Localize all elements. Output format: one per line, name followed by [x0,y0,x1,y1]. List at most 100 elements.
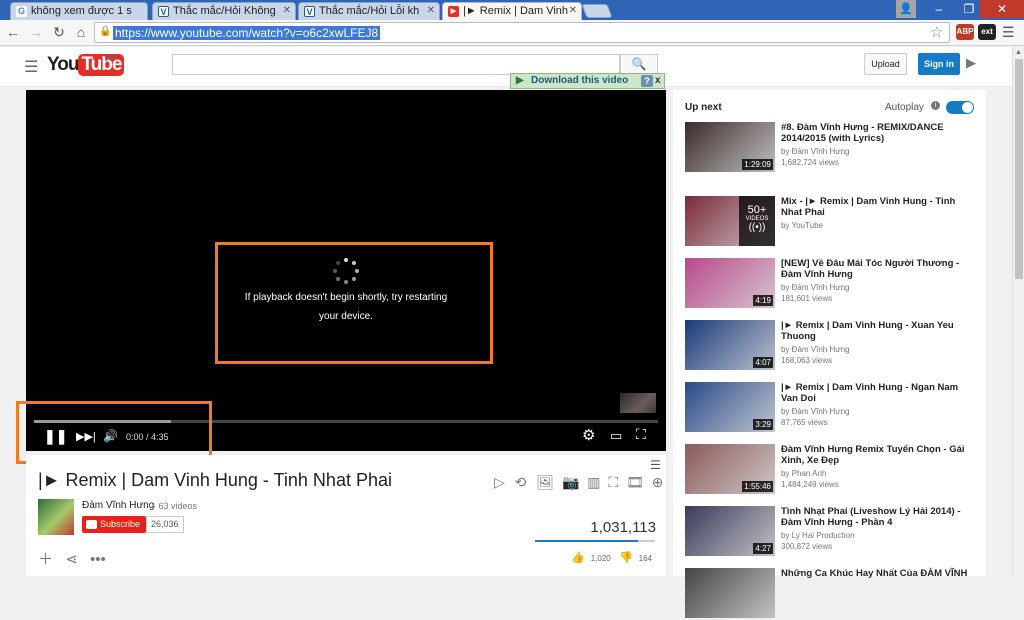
video-title: |► Remix | Dam Vinh Hung - Tinh Nhat Pha… [38,470,392,490]
forward-arrow-icon[interactable]: → [27,23,45,41]
help-icon[interactable]: ? [641,75,653,87]
adblock-icon[interactable]: ABP [956,24,974,40]
browser-tab[interactable]: V Thắc mắc/Hỏi Không ✕ [152,2,296,20]
up-next-title[interactable]: Tình Nhạt Phai (Liveshow Lý Hải 2014) - … [781,506,977,528]
video-thumbnail[interactable]: 4:19 [685,258,775,308]
up-next-item[interactable]: 3:29 |► Remix | Dam Vinh Hung - Ngan Nam … [685,382,977,434]
back-arrow-icon[interactable]: ← [4,23,22,41]
minimize-icon[interactable]: – [924,0,954,18]
scrollbar-thumb[interactable] [1015,59,1023,279]
video-thumbnail[interactable]: 1:29:09 [685,122,775,172]
up-next-views: 181,601 views [781,294,833,303]
download-label[interactable]: Download this video [531,75,628,86]
browser-tab-active[interactable]: ▶ |► Remix | Dam Vinh ✕ [442,2,582,20]
target-icon[interactable]: ⊕ [652,474,664,490]
up-next-item[interactable]: 4:19 [NEW] Về Đâu Mái Tóc Người Thương - … [685,258,977,310]
google-icon: G [16,6,27,17]
download-play-icon: ▶ [516,75,524,86]
info-icon[interactable]: i [931,101,940,110]
video-thumbnail[interactable]: 1:55:46 [685,444,775,494]
up-next-title[interactable]: Mix - |► Remix | Dam Vinh Hung - Tinh Nh… [781,196,977,218]
up-next-title[interactable]: Đàm Vĩnh Hưng Remix Tuyển Chọn - Gái Xin… [781,444,977,466]
browser-tab[interactable]: V Thắc mắc/Hỏi Lỗi kh ✕ [298,2,440,20]
browser-tab[interactable]: G không xem được 1 s [10,2,148,20]
youtube-icon: ▶ [448,6,459,17]
video-thumbnail[interactable]: 4:07 [685,320,775,370]
video-thumbnail[interactable]: 3:29 [685,382,775,432]
dislike-icon[interactable]: 👎 [619,551,633,564]
more-icon[interactable]: ••• [90,551,106,568]
like-count: 1,020 [590,554,611,563]
search-input[interactable] [172,54,620,75]
duration-badge: 3:29 [753,419,773,430]
play-icon[interactable]: ▷ [494,474,505,490]
page-scrollbar[interactable]: ▲ [1012,47,1024,576]
sign-in-button[interactable]: Sign in [918,53,960,75]
camera-icon[interactable]: 📷 [562,474,579,490]
add-to-icon[interactable]: ＋ [38,551,53,568]
home-icon[interactable]: ⌂ [72,23,90,41]
up-next-item[interactable]: 1:29:09 #8. Đàm Vĩnh Hưng - REMIX/DANCE 2… [685,122,977,174]
scroll-up-icon[interactable]: ▲ [1015,49,1022,56]
upload-button[interactable]: Upload [864,53,907,75]
tab-close-icon[interactable]: ✕ [569,5,577,16]
up-next-title[interactable]: |► Remix | Dam Vinh Hung - Ngan Nam Van … [781,382,977,404]
tab-close-icon[interactable]: ✕ [283,5,291,16]
download-bar[interactable]: ▶ Download this video ? x [510,73,665,89]
share-arrow-icon[interactable]: ▶ [966,55,976,71]
more-menu-icon[interactable]: ☰ [650,458,661,472]
share-icon[interactable]: ⋖ [65,551,78,568]
tab-title: |► Remix | Dam Vinh [463,5,569,17]
url-text[interactable]: https://www.youtube.com/watch?v=o6c2xwLF… [113,26,381,40]
video-actions: ＋ ⋖ ••• [38,548,106,569]
up-next-title[interactable]: |► Remix | Dam Vinh Hung - Xuan Yeu Thuo… [781,320,977,342]
dislike-ratio [638,540,655,542]
extension-icon[interactable]: ext [978,24,996,40]
up-next-item[interactable]: 50+ VIDEOS ((•)) Mix - |► Remix | Dam Vinh … [685,196,977,248]
subscribe-button[interactable]: Subscribe [82,516,147,533]
up-next-item[interactable]: 1:55:46 Đàm Vĩnh Hưng Remix Tuyển Chọn - … [685,444,977,496]
up-next-item[interactable]: 4:27 Tình Nhạt Phai (Liveshow Lý Hải 2014… [685,506,977,558]
reload-icon[interactable]: ↻ [50,23,68,41]
window-close-icon[interactable]: ✕ [980,0,1024,18]
chrome-menu-icon[interactable]: ☰ [1002,24,1016,40]
channel-name[interactable]: Đàm Vĩnh Hưng [82,500,154,511]
up-next-title[interactable]: Những Ca Khúc Hay Nhất Của ĐÀM VĨNH [781,568,977,579]
up-next-views: 300,872 views [781,542,833,551]
up-next-views: 168,063 views [781,356,833,365]
video-thumbnail[interactable]: 50+ VIDEOS ((•)) [685,196,775,246]
download-close-icon[interactable]: x [655,74,661,88]
autoplay-label: Autoplay [885,102,924,113]
channel-video-count[interactable]: · 63 videos [153,501,197,511]
up-next-title[interactable]: #8. Đàm Vĩnh Hưng - REMIX/DANCE 2014/201… [781,122,977,144]
like-ratio-bar [535,540,655,542]
settings-gear-icon[interactable]: ⚙ [582,426,595,444]
film-icon[interactable]: 🎞 [626,474,644,490]
profile-icon[interactable]: 👤 [896,0,916,18]
tab-title: Thắc mắc/Hỏi Lỗi kh [319,5,420,17]
search-button[interactable]: 🔍 [620,54,658,75]
guide-menu-icon[interactable]: ☰ [24,57,38,77]
fullscreen-icon[interactable]: ⛶ [636,426,646,443]
browser-toolbar: ← → ↻ ⌂ 🔒 https://www.youtube.com/watch?… [0,20,1024,46]
up-next-title[interactable]: [NEW] Về Đâu Mái Tóc Người Thương - Đàm … [781,258,977,280]
lock-icon: 🔒 [99,26,112,37]
toggle-knob [962,102,973,113]
up-next-item[interactable]: 4:07 |► Remix | Dam Vinh Hung - Xuan Yeu … [685,320,977,372]
theater-mode-icon[interactable]: ▭ [610,428,622,444]
expand-icon[interactable]: ⛶ [608,474,618,490]
up-next-channel: by Ly Hai Production [781,531,855,540]
autoplay-toggle[interactable] [946,101,974,114]
bookmark-star-icon[interactable]: ☆ [930,23,943,41]
columns-icon[interactable]: ▥ [587,474,600,490]
image-icon[interactable]: 🖼 [536,474,554,490]
tab-close-icon[interactable]: ✕ [427,5,435,16]
loop-icon[interactable]: ⟲ [515,474,527,490]
subscribe-label: Subscribe [100,519,141,529]
channel-avatar[interactable] [38,499,74,535]
video-thumbnail[interactable]: 4:27 [685,506,775,556]
new-tab-button[interactable] [581,4,613,18]
up-next-views: 1,682,724 views [781,158,839,167]
like-icon[interactable]: 👍 [571,551,585,564]
address-bar[interactable]: 🔒 https://www.youtube.com/watch?v=o6c2xw… [94,22,950,43]
